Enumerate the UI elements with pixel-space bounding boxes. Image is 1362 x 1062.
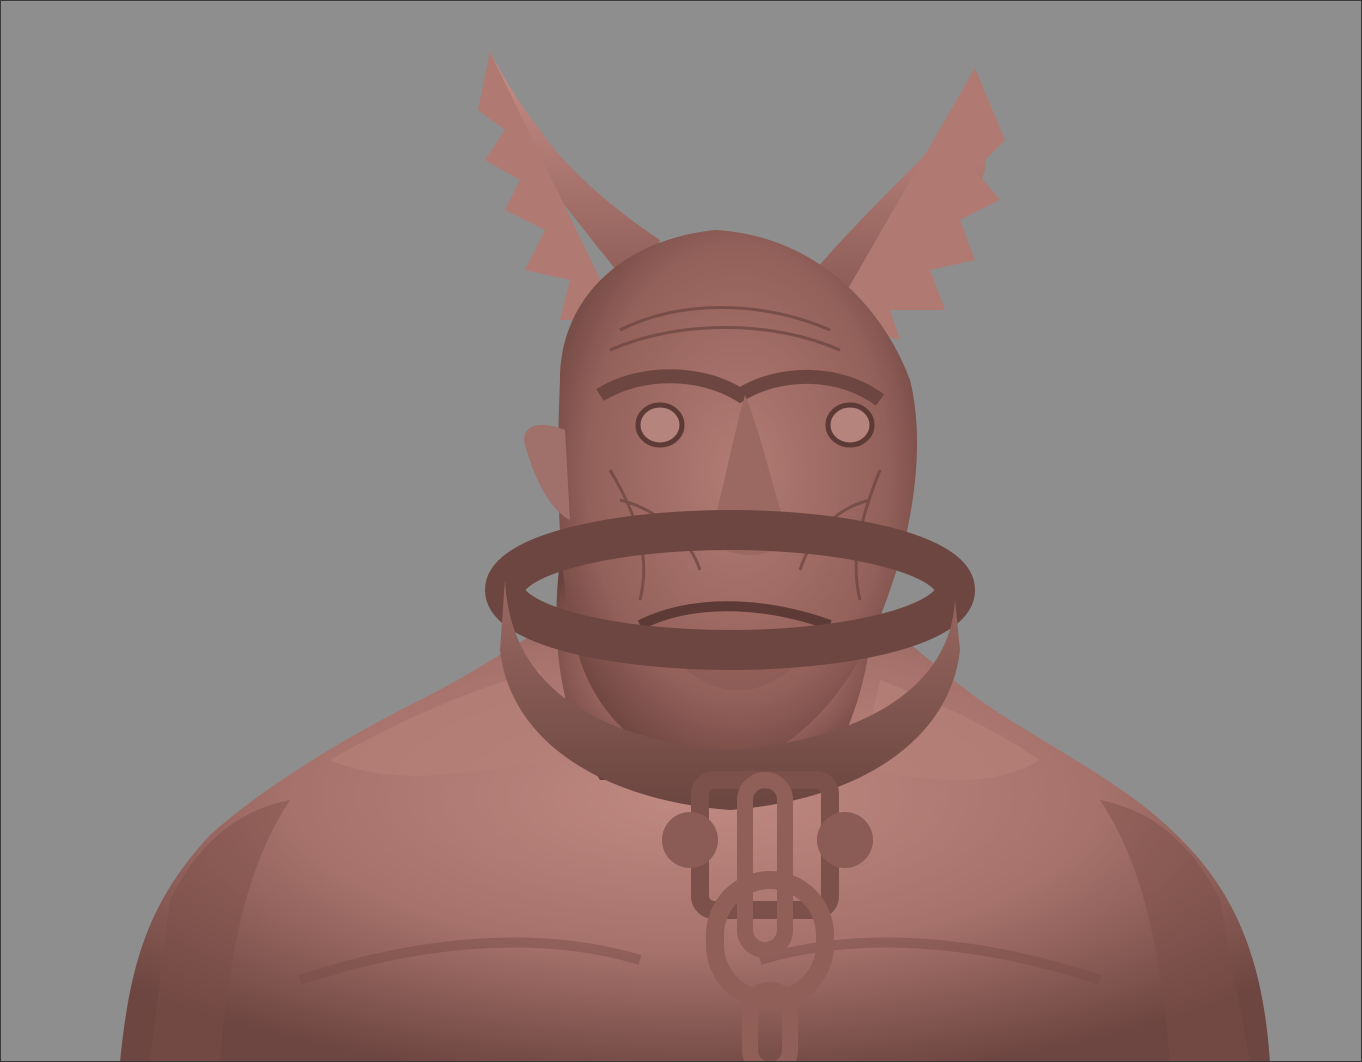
eye-left <box>635 402 685 448</box>
eye-right <box>825 402 875 448</box>
horn-left-spikes <box>478 52 620 320</box>
model-render[interactable] <box>0 0 1362 1062</box>
bracket-bolt-left <box>662 812 718 868</box>
sculpt-viewport[interactable] <box>0 0 1362 1062</box>
bracket-bolt-right <box>817 812 873 868</box>
ear-left <box>524 425 570 520</box>
